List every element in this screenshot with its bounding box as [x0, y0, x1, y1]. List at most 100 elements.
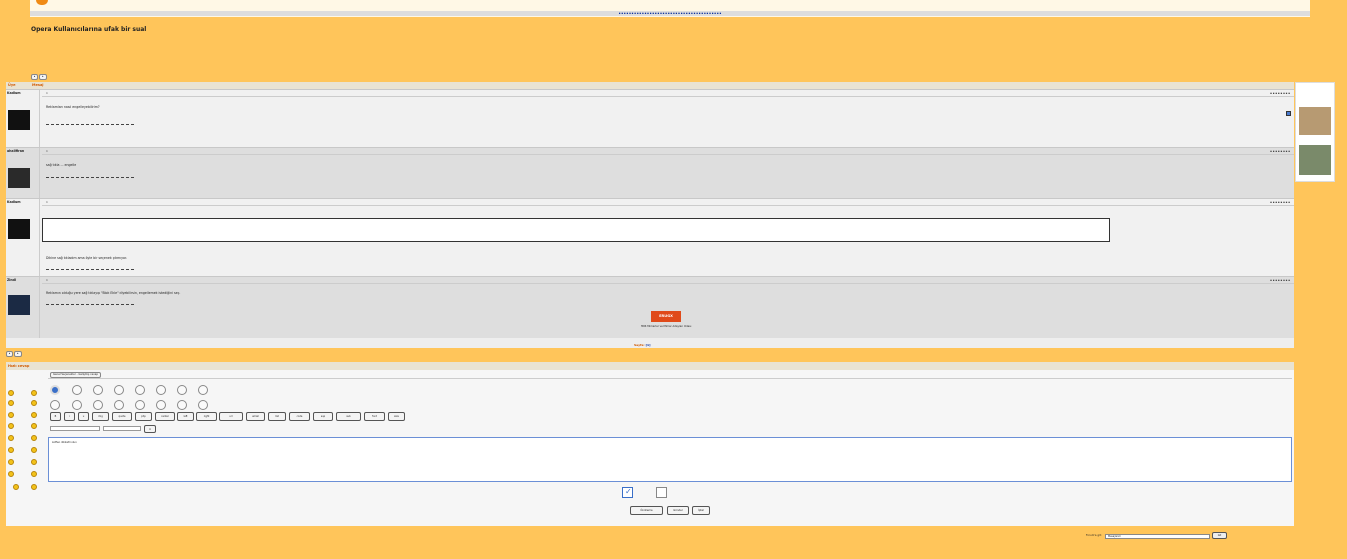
- post-icon-radio[interactable]: [50, 400, 60, 410]
- post-icon: ▫: [46, 201, 48, 204]
- post-icon-radio[interactable]: [198, 400, 208, 410]
- post-icon: ▫: [46, 279, 48, 282]
- post-username[interactable]: Kadium: [7, 200, 21, 204]
- sidebar-image[interactable]: [1299, 107, 1331, 135]
- pagination-label: Sayfa:: [634, 343, 645, 347]
- new-topic-button[interactable]: ▸: [31, 74, 39, 80]
- post-tools[interactable]: ▪ ▪ ▪ ▪ ▪ ▪ ▪ ▪: [1270, 90, 1290, 97]
- new-topic-button[interactable]: ▸: [6, 351, 14, 357]
- post-icon-radio[interactable]: [135, 385, 145, 395]
- post-username[interactable]: Kadium: [7, 91, 21, 95]
- post-icon-radio[interactable]: [114, 400, 124, 410]
- post-icon-radio[interactable]: [198, 385, 208, 395]
- post-icon-radio[interactable]: [114, 385, 124, 395]
- post-icon-radio[interactable]: [93, 400, 103, 410]
- bbcode-button[interactable]: email: [246, 412, 265, 421]
- avatar: [8, 219, 30, 239]
- sidebar-image[interactable]: [1299, 145, 1331, 175]
- signature-separator: [46, 124, 134, 125]
- bbcode-button[interactable]: sub: [336, 412, 361, 421]
- reply-tab[interactable]: Genel Seçenekler - Gelişmiş cevap: [50, 372, 101, 378]
- signature-separator: [46, 304, 134, 305]
- bbcode-button[interactable]: u: [78, 412, 89, 421]
- preview-button[interactable]: Önizleme: [630, 506, 663, 515]
- post-tools[interactable]: ▪ ▪ ▪ ▪ ▪ ▪ ▪ ▪: [1270, 277, 1290, 284]
- smiley-icon[interactable]: [31, 435, 37, 441]
- font-select[interactable]: [50, 426, 100, 431]
- post-icon: ▫: [46, 150, 48, 153]
- message-col-label: Mesaj: [32, 83, 44, 87]
- post-icon-radio[interactable]: [93, 385, 103, 395]
- post-icon-radio[interactable]: [135, 400, 145, 410]
- smiley-icon[interactable]: [31, 459, 37, 465]
- bbcode-button[interactable]: left: [177, 412, 194, 421]
- smiley-icon[interactable]: [31, 412, 37, 418]
- submit-button[interactable]: Gönder: [667, 506, 689, 515]
- bbcode-button[interactable]: url: [219, 412, 243, 421]
- smiley-icon[interactable]: [8, 435, 14, 441]
- smiley-icon[interactable]: [8, 423, 14, 429]
- post-icon-radio[interactable]: [177, 385, 187, 395]
- post-username[interactable]: ahalifiran: [7, 149, 24, 153]
- signature-badge[interactable]: ERUGX: [651, 311, 681, 322]
- thread-toolbar-bottom: ▸ ▸: [6, 351, 22, 357]
- close-tags-button[interactable]: ×: [144, 425, 156, 433]
- post-icon-radio[interactable]: [50, 385, 60, 395]
- forum-jump-go-button[interactable]: Git: [1212, 532, 1227, 539]
- post-header: ▫ ▪ ▪ ▪ ▪ ▪ ▪ ▪ ▪: [42, 277, 1294, 284]
- bbcode-button[interactable]: code: [289, 412, 310, 421]
- post-author-col: ahalifiran: [6, 148, 40, 198]
- smiley-icon[interactable]: [31, 400, 37, 406]
- nav-strip[interactable]: ▪ ▪ ▪ ▪ ▪ ▪ ▪ ▪ ▪ ▪ ▪ ▪ ▪ ▪ ▪ ▪ ▪ ▪ ▪ ▪ …: [30, 11, 1310, 16]
- post-icon: ▫: [46, 92, 48, 95]
- post-reply-button[interactable]: ▸: [39, 74, 47, 80]
- bbcode-button[interactable]: font: [364, 412, 385, 421]
- smiley-icon[interactable]: [8, 412, 14, 418]
- bbcode-button[interactable]: size: [388, 412, 405, 421]
- bbcode-button[interactable]: img: [92, 412, 109, 421]
- smiley-icon[interactable]: [13, 484, 19, 490]
- smilies-checkbox[interactable]: ✓: [622, 487, 633, 498]
- message-textarea[interactable]: Lütfen dikkatli olun: [48, 437, 1292, 482]
- post-author-col: Zindi: [6, 277, 40, 338]
- post-icon-radio[interactable]: [177, 400, 187, 410]
- post-icon-radio[interactable]: [156, 385, 166, 395]
- post-icon-radio[interactable]: [72, 385, 82, 395]
- quote-box: [42, 218, 1110, 242]
- post-username[interactable]: Zindi: [7, 278, 16, 282]
- smiley-icon[interactable]: [8, 471, 14, 477]
- cancel-button[interactable]: İptal: [692, 506, 710, 515]
- bbcode-button[interactable]: quote: [112, 412, 132, 421]
- post-tools[interactable]: ▪ ▪ ▪ ▪ ▪ ▪ ▪ ▪: [1270, 148, 1290, 155]
- report-icon[interactable]: [1286, 111, 1291, 116]
- forum-jump-select[interactable]: Mesajlarım: [1105, 534, 1210, 539]
- post-tools[interactable]: ▪ ▪ ▪ ▪ ▪ ▪ ▪ ▪: [1270, 199, 1290, 206]
- post-icon-radio[interactable]: [156, 400, 166, 410]
- pagination-pages[interactable]: [1]: [646, 343, 651, 347]
- thread-header: Üye Mesaj: [6, 82, 1294, 89]
- post-2: ahalifiran ▫ ▪ ▪ ▪ ▪ ▪ ▪ ▪ ▪ sağ tıkla .…: [6, 147, 1294, 198]
- smiley-icon[interactable]: [31, 471, 37, 477]
- bbcode-button[interactable]: B: [50, 412, 61, 421]
- forum-jump-label: Forum'a git:: [1086, 534, 1102, 537]
- size-select[interactable]: [103, 426, 141, 431]
- bbcode-button[interactable]: php: [135, 412, 152, 421]
- smiley-icon[interactable]: [31, 390, 37, 396]
- pagination: Sayfa: [1]: [634, 343, 650, 347]
- bbcode-button[interactable]: center: [155, 412, 175, 421]
- smiley-icon[interactable]: [31, 447, 37, 453]
- smiley-icon[interactable]: [8, 400, 14, 406]
- bbcode-button[interactable]: sup: [313, 412, 333, 421]
- bbcode-button[interactable]: right: [196, 412, 217, 421]
- bbcode-button[interactable]: list: [268, 412, 286, 421]
- smiley-icon[interactable]: [31, 484, 37, 490]
- smiley-icon[interactable]: [8, 447, 14, 453]
- smiley-icon[interactable]: [31, 423, 37, 429]
- smiley-icon[interactable]: [8, 459, 14, 465]
- bbcode-button[interactable]: i: [64, 412, 75, 421]
- smiley-icon[interactable]: [8, 390, 14, 396]
- post-reply-button[interactable]: ▸: [14, 351, 22, 357]
- post-1: Kadium ▫ ▪ ▪ ▪ ▪ ▪ ▪ ▪ ▪ Reklamları nası…: [6, 89, 1294, 147]
- notify-checkbox[interactable]: [656, 487, 667, 498]
- post-icon-radio[interactable]: [72, 400, 82, 410]
